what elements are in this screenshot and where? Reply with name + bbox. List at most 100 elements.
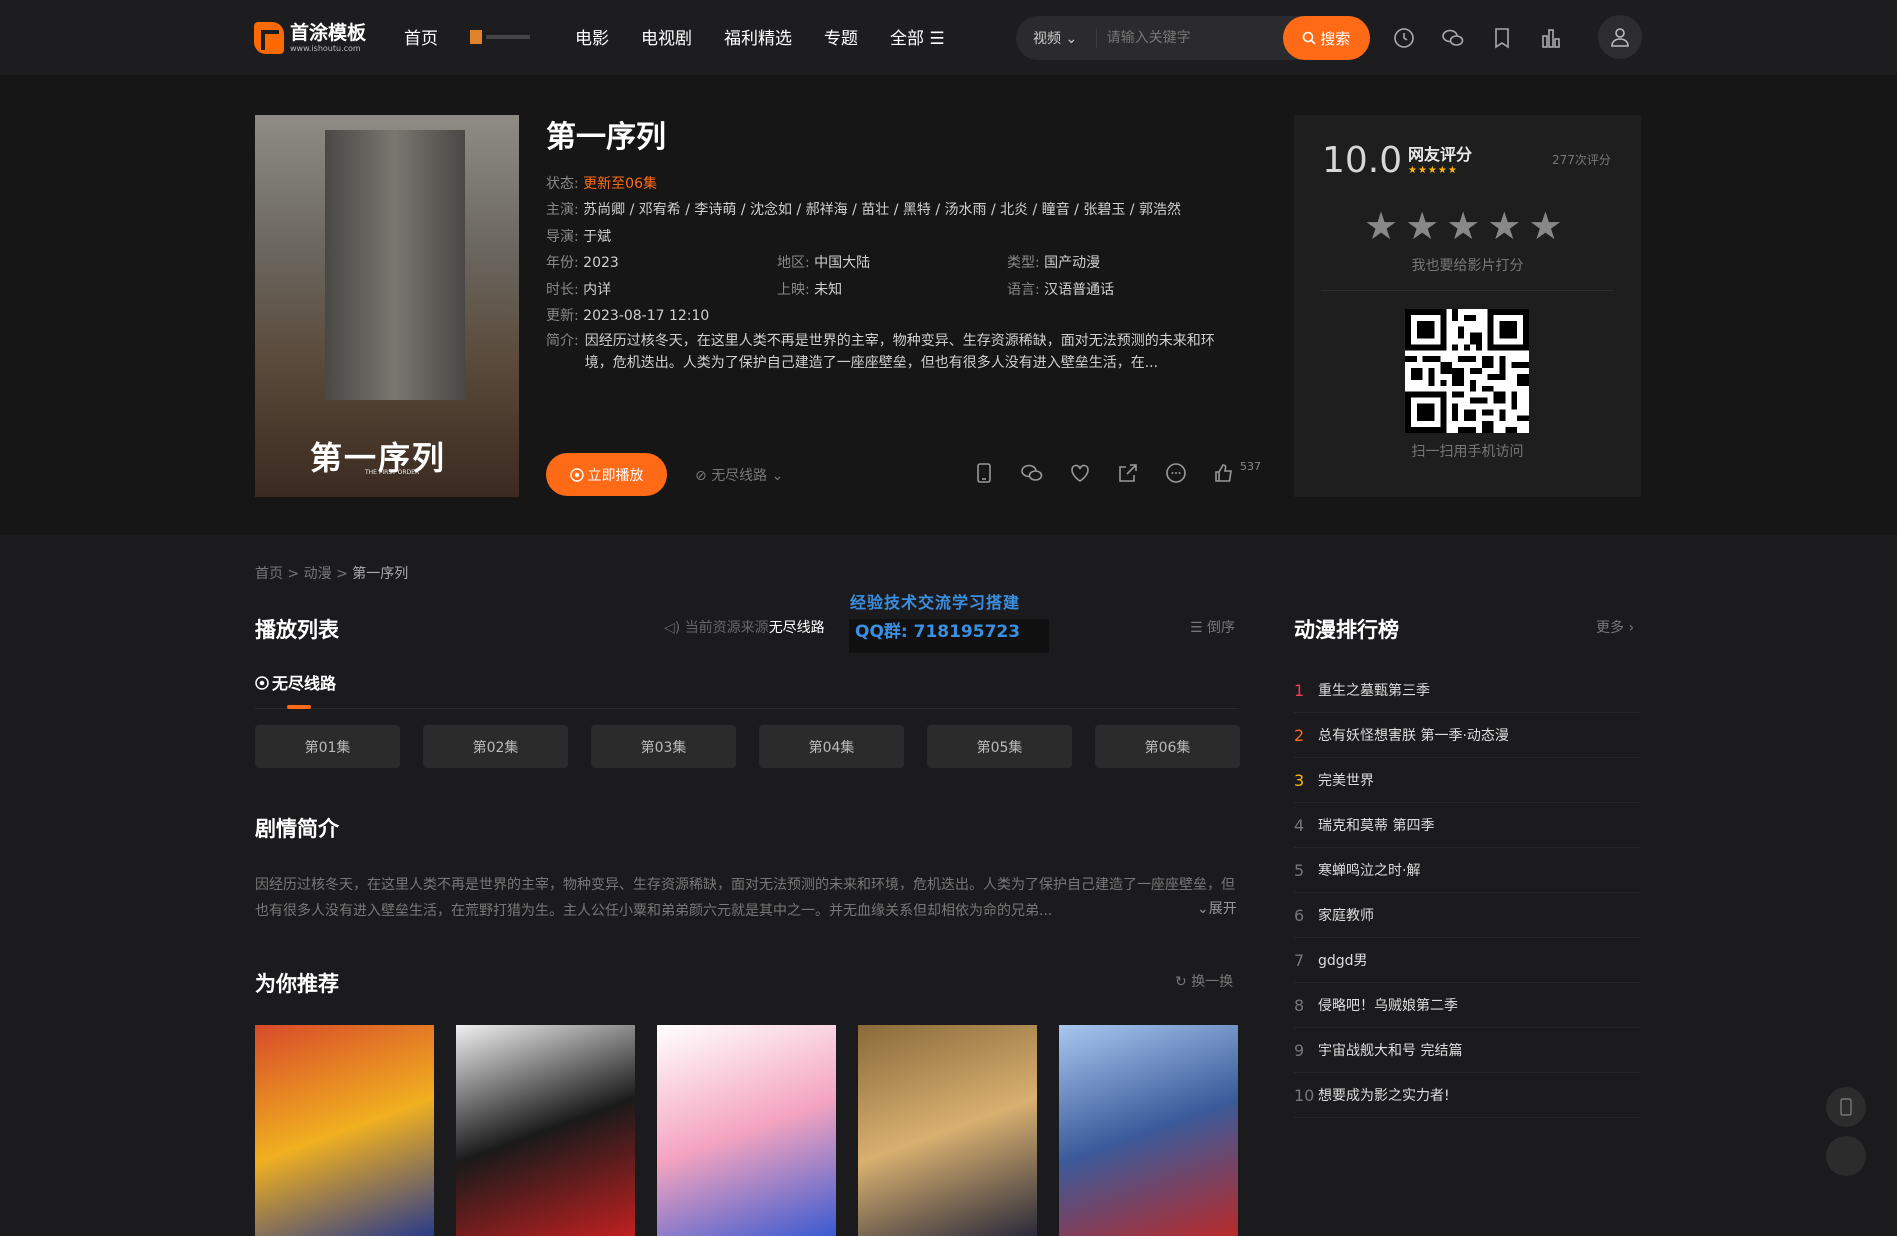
poster-image[interactable]: 第一序列 THE FIRST ORDER	[255, 115, 519, 497]
star-icon[interactable]: ★	[1446, 207, 1480, 245]
sort-toggle[interactable]: ☰ 倒序	[1190, 617, 1235, 637]
cast-value[interactable]: 苏尚卿 / 邓宥希 / 李诗萌 / 沈念如 / 郝祥海 / 苗壮 / 黑特 / …	[583, 202, 1181, 218]
ranking-name: 想要成为影之实力者!	[1318, 1088, 1450, 1104]
search-button[interactable]: 搜索	[1282, 16, 1370, 60]
tab-line-source[interactable]: 无尽线路	[255, 670, 336, 694]
search-icon	[1302, 31, 1316, 45]
history-icon[interactable]	[1392, 26, 1416, 50]
ranking-name: 瑞克和莫蒂 第四季	[1318, 818, 1435, 834]
like-icon[interactable]	[1212, 461, 1236, 485]
director-value[interactable]: 于斌	[583, 229, 611, 245]
synopsis-row: 简介: 因经历过核冬天，在这里人类不再是世界的主宰，物种变异、生存资源稀缺，面对无…	[546, 330, 1236, 374]
episode-button[interactable]: 第05集	[927, 725, 1072, 768]
nav-item-featured[interactable]: 福利精选	[724, 24, 792, 49]
episode-button[interactable]: 第06集	[1095, 725, 1240, 768]
ranking-item[interactable]: 1 重生之墓甄第三季	[1294, 668, 1640, 713]
refresh-icon: ↻	[1175, 974, 1187, 990]
float-top-button[interactable]	[1826, 1136, 1866, 1176]
star-icon[interactable]: ★	[1528, 207, 1562, 245]
ranking-number: 3	[1294, 770, 1305, 790]
ranking-item[interactable]: 10 想要成为影之实力者!	[1294, 1073, 1640, 1118]
ranking-name: 完美世界	[1318, 773, 1374, 789]
refresh-button[interactable]: ↻ 换一换	[1175, 971, 1233, 991]
recommend-poster[interactable]	[657, 1025, 836, 1236]
comment-icon[interactable]	[1164, 461, 1188, 485]
page-title: 第一序列	[546, 120, 666, 155]
recommend-list	[255, 1025, 1238, 1236]
rate-prompt: 我也要给影片打分	[1411, 258, 1524, 274]
nav-brand-logo[interactable]	[470, 28, 545, 46]
bookmark-icon[interactable]	[1490, 26, 1514, 50]
nav-item-topics[interactable]: 专题	[824, 24, 858, 49]
ranking-number: 8	[1294, 995, 1305, 1015]
recommend-poster[interactable]	[858, 1025, 1037, 1236]
like-count: 537	[1240, 460, 1261, 473]
playlist-title: 播放列表	[255, 618, 339, 642]
rate-stars: ★ ★ ★ ★ ★	[1364, 207, 1569, 245]
ranking-item[interactable]: 3 完美世界	[1294, 758, 1640, 803]
qr-caption: 扫一扫用手机访问	[1411, 444, 1524, 460]
synopsis-text: 因经历过核冬天，在这里人类不再是世界的主宰，物种变异、生存资源稀缺，面对无法预测…	[584, 333, 1215, 371]
recommend-poster[interactable]	[1059, 1025, 1238, 1236]
ranking-item[interactable]: 2 总有妖怪想害朕 第一季·动态漫	[1294, 713, 1640, 758]
mobile-icon	[1840, 1098, 1852, 1116]
nav-item-home[interactable]: 首页	[404, 24, 438, 49]
rating-label: 网友评分	[1408, 145, 1473, 164]
site-logo[interactable]: 首涂模板 www.ishoutu.com	[254, 20, 366, 56]
divider	[1321, 290, 1614, 291]
ranking-item[interactable]: 7 gdgd男	[1294, 938, 1640, 983]
chevron-down-icon: ⌄	[1197, 901, 1209, 917]
cast-row: 主演: 苏尚卿 / 邓宥希 / 李诗萌 / 沈念如 / 郝祥海 / 苗壮 / 黑…	[546, 202, 1181, 218]
ranking-icon[interactable]	[1539, 26, 1563, 50]
recommend-poster[interactable]	[255, 1025, 434, 1236]
float-mobile-button[interactable]	[1826, 1087, 1866, 1127]
nav-item-movies[interactable]: 电影	[575, 24, 609, 49]
poster-subtitle: THE FIRST ORDER	[365, 469, 420, 476]
breadcrumb-category[interactable]: 动漫	[304, 566, 332, 582]
nav-item-tv[interactable]: 电视剧	[641, 24, 692, 49]
top-header: 首涂模板 www.ishoutu.com 首页 电影 电视剧 福利精选 专题 全…	[0, 0, 1897, 76]
breadcrumb: 首页 > 动漫 > 第一序列	[255, 566, 409, 582]
episode-button[interactable]: 第04集	[759, 725, 904, 768]
ranking-name: 家庭教师	[1318, 908, 1374, 924]
ranking-list: 1 重生之墓甄第三季 2 总有妖怪想害朕 第一季·动态漫 3 完美世界 4 瑞克和莫蒂 第四季…	[1294, 668, 1640, 1118]
recommend-poster[interactable]	[456, 1025, 635, 1236]
episode-button[interactable]: 第02集	[423, 725, 568, 768]
recommend-title: 为你推荐	[255, 972, 339, 996]
plot-text: 因经历过核冬天，在这里人类不再是世界的主宰，物种变异、生存资源稀缺，面对无法预测…	[255, 877, 1235, 919]
sort-icon: ☰	[1190, 620, 1203, 636]
star-icon[interactable]: ★	[1364, 207, 1398, 245]
star-icon[interactable]: ★	[1405, 207, 1439, 245]
share-icon[interactable]	[1116, 461, 1140, 485]
region-row: 地区: 中国大陆	[777, 255, 871, 271]
ranking-item[interactable]: 8 侵略吧！乌贼娘第二季	[1294, 983, 1640, 1028]
search-input[interactable]	[1095, 28, 1283, 48]
ranking-item[interactable]: 6 家庭教师	[1294, 893, 1640, 938]
expand-button[interactable]: ⌄展开	[1193, 898, 1237, 918]
episode-button[interactable]: 第01集	[255, 725, 400, 768]
ranking-item[interactable]: 9 宇宙战舰大和号 完结篇	[1294, 1028, 1640, 1073]
rating-count: 277次评分	[1552, 153, 1611, 167]
breadcrumb-home[interactable]: 首页	[255, 566, 283, 582]
nav-item-all[interactable]: 全部 ☰	[890, 24, 945, 49]
wechat-icon[interactable]	[1441, 26, 1465, 50]
ranking-more-link[interactable]: 更多 ›	[1596, 617, 1634, 637]
speaker-icon: ◁)	[664, 620, 681, 636]
status-value: 更新至06集	[583, 176, 657, 192]
play-now-button[interactable]: 立即播放	[546, 453, 667, 496]
wechat-share-icon[interactable]	[1020, 461, 1044, 485]
star-icon[interactable]: ★	[1487, 207, 1521, 245]
ranking-item[interactable]: 5 寒蝉鸣泣之时·解	[1294, 848, 1640, 893]
ranking-item[interactable]: 4 瑞克和莫蒂 第四季	[1294, 803, 1640, 848]
watermark-qq: QQ群: 718195723	[849, 619, 1049, 653]
search-type-select[interactable]: 视频 ⌄	[1016, 28, 1096, 48]
favorite-icon[interactable]	[1068, 461, 1092, 485]
user-avatar-button[interactable]	[1598, 15, 1642, 59]
line-selector[interactable]: ⊘ 无尽线路 ⌄	[695, 465, 783, 485]
status-row: 状态: 更新至06集	[546, 176, 657, 192]
ranking-number: 7	[1294, 950, 1305, 970]
ranking-name: 侵略吧！乌贼娘第二季	[1318, 998, 1458, 1014]
episode-button[interactable]: 第03集	[591, 725, 736, 768]
mobile-icon[interactable]	[972, 461, 996, 485]
line-icon: ⊘	[695, 468, 707, 484]
